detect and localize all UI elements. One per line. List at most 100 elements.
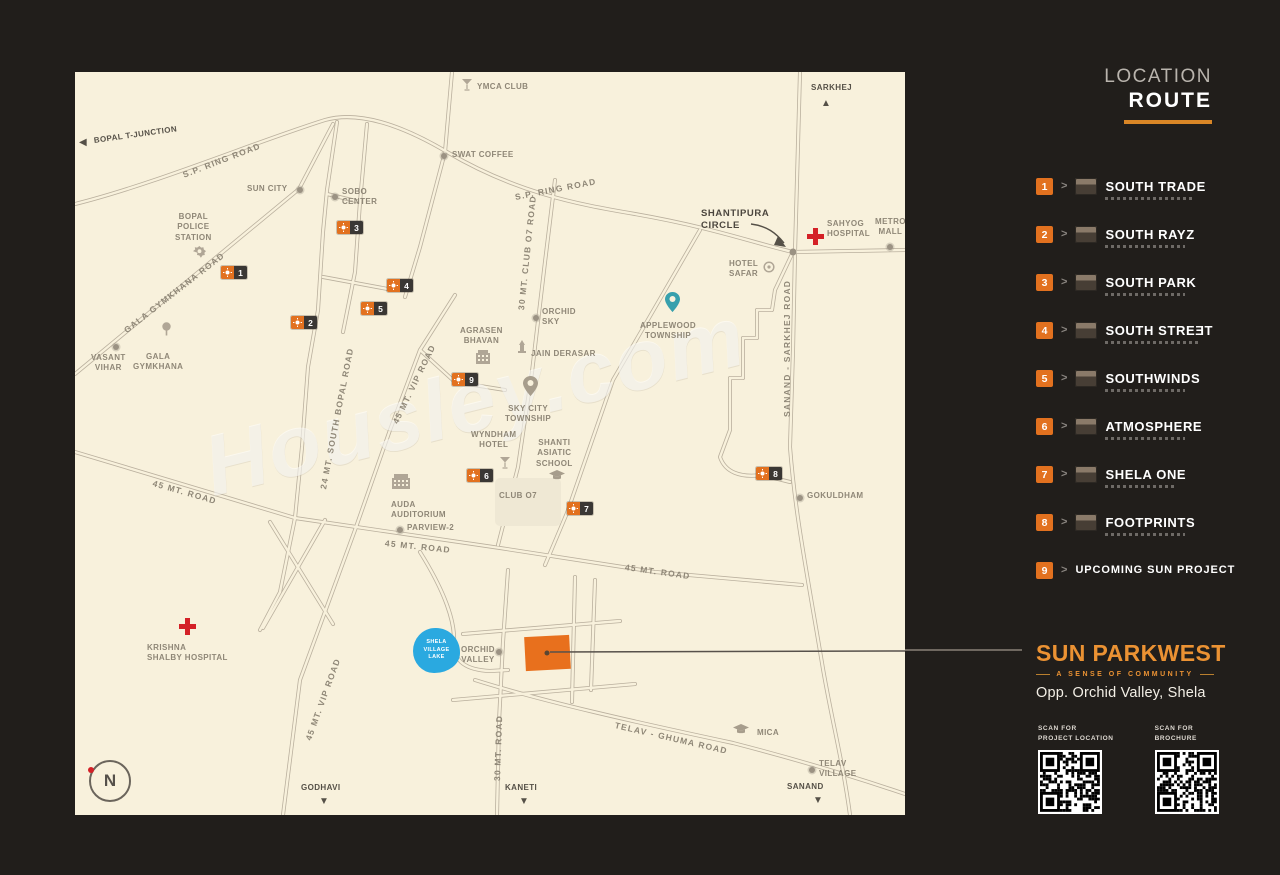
route-item-footprints[interactable]: 8 > FOOTPRINTS <box>1036 514 1235 536</box>
brand-block: SUN PARKWEST A SENSE OF COMMUNITY Opp. O… <box>1036 640 1225 701</box>
place-label-sobo-center: SOBO CENTER <box>342 187 378 207</box>
place-label-kaneti: KANETI <box>505 783 538 792</box>
route-item-south-park[interactable]: 3 > SOUTH PARK <box>1036 274 1235 296</box>
route-item-southwinds[interactable]: 5 > SOUTHWINDS <box>1036 370 1235 392</box>
map-marker-number: 9 <box>465 373 478 386</box>
map-marker-number: 6 <box>480 469 493 482</box>
route-item-south-trade[interactable]: 1 > SOUTH TRADE <box>1036 178 1235 200</box>
route-item-number: 9 <box>1036 562 1053 579</box>
place-label-shantipura-circle: SHANTIPURA CIRCLE <box>701 208 770 232</box>
sidebar-title: LOCATION ROUTE <box>1012 66 1212 124</box>
compass-letter: N <box>103 771 117 790</box>
place-label-sanand: SANAND <box>787 782 824 791</box>
place-label-jain-derasar: JAIN DERASAR <box>531 349 596 358</box>
place-label-club-o7: CLUB O7 <box>499 491 537 500</box>
brochure-page: Housley.com S.P. RING ROAD S.P. RING ROAD… <box>0 0 1280 875</box>
map-marker-number: 2 <box>304 316 317 329</box>
place-label-vasant-vihar: VASANT VIHAR <box>91 353 126 373</box>
chevron-icon: > <box>1061 468 1068 480</box>
route-item-tagline <box>1105 197 1194 200</box>
route-item-shela-one[interactable]: 7 > SHELA ONE <box>1036 466 1235 488</box>
map-marker-2[interactable]: 2 <box>291 316 317 329</box>
route-item-tagline <box>1105 245 1186 248</box>
place-label-auda-auditorium: AUDA AUDITORIUM <box>391 500 446 520</box>
junction-dot <box>789 248 797 256</box>
pin-teal-icon <box>665 292 680 312</box>
dot-icon <box>297 187 303 193</box>
project-connector-line <box>905 649 1022 651</box>
brand-tagline: A SENSE OF COMMUNITY <box>1036 671 1214 678</box>
arrow-down-icon: ▼ <box>519 796 529 807</box>
route-item-tagline <box>1105 485 1178 488</box>
dot-icon <box>887 244 893 250</box>
qr-code[interactable] <box>1038 749 1102 814</box>
route-item-south-stre-t[interactable]: 4 > SOUTH STREƎT <box>1036 322 1235 344</box>
place-label-parview-2: PARVIEW-2 <box>407 523 455 532</box>
route-item-upcoming-sun-project[interactable]: 9 > UPCOMING SUN PROJECT <box>1036 562 1235 583</box>
route-item-south-rayz[interactable]: 2 > SOUTH RAYZ <box>1036 226 1235 248</box>
sun-logo-icon <box>387 279 400 292</box>
map-marker-3[interactable]: 3 <box>337 221 363 234</box>
route-item-name: SOUTHWINDS <box>1105 371 1201 386</box>
route-item-text: FOOTPRINTS <box>1105 514 1195 536</box>
sun-logo-icon <box>467 469 480 482</box>
route-item-number: 7 <box>1036 466 1053 483</box>
dot-icon <box>332 194 338 200</box>
map-marker-1[interactable]: 1 <box>221 266 247 279</box>
route-item-name: SOUTH PARK <box>1105 275 1197 290</box>
project-logo-icon <box>1075 322 1098 339</box>
chevron-icon: > <box>1061 372 1068 384</box>
building-lg-icon <box>391 474 411 489</box>
project-logo-icon <box>1075 226 1098 243</box>
place-label-swat-coffee: SWAT COFFEE <box>452 150 514 159</box>
cross-icon <box>179 618 196 635</box>
project-site-dot <box>544 650 550 656</box>
map-marker-6[interactable]: 6 <box>467 469 493 482</box>
project-leader-line <box>549 650 905 653</box>
qr-block-scan-for-brochure: SCAN FOR BROCHURE <box>1154 724 1219 814</box>
place-label-wyndham-hotel: WYNDHAM HOTEL <box>471 430 517 450</box>
arrow-down-icon: ▼ <box>319 796 329 807</box>
route-item-text: SHELA ONE <box>1105 466 1186 488</box>
sun-logo-icon <box>337 221 350 234</box>
road-label-sanand-sarkhej-road: SANAND - SARKHEJ ROAD <box>782 279 792 417</box>
map-marker-number: 3 <box>350 221 363 234</box>
map-marker-4[interactable]: 4 <box>387 279 413 292</box>
map-area: Housley.com S.P. RING ROAD S.P. RING ROAD… <box>75 72 905 815</box>
route-item-number: 1 <box>1036 178 1053 195</box>
route-item-tagline <box>1105 341 1202 344</box>
dot-icon <box>397 527 403 533</box>
building-icon <box>475 350 491 364</box>
grad-icon <box>549 470 565 482</box>
chevron-icon: > <box>1061 180 1068 192</box>
map-marker-number: 4 <box>400 279 413 292</box>
map-marker-7[interactable]: 7 <box>567 502 593 515</box>
route-item-text: SOUTH TRADE <box>1105 178 1206 200</box>
route-item-number: 3 <box>1036 274 1053 291</box>
map-marker-9[interactable]: 9 <box>452 373 478 386</box>
building-block <box>495 478 561 526</box>
dot-icon <box>496 649 502 655</box>
place-label-ymca-club: YMCA CLUB <box>477 82 529 91</box>
route-list: 1 > SOUTH TRADE 2 > SOUTH RAYZ 3 > SOUTH PARK 4 > S… <box>1036 178 1235 583</box>
chevron-icon: > <box>1061 564 1068 576</box>
arrow-left-icon: ◀ <box>79 137 87 148</box>
dot-icon <box>441 153 447 159</box>
route-item-text: SOUTH PARK <box>1105 274 1196 296</box>
place-label-orchid-valley: ORCHID VALLEY <box>461 645 495 665</box>
temple-icon <box>517 340 527 354</box>
qr-code[interactable] <box>1154 749 1219 814</box>
map-marker-number: 8 <box>769 467 782 480</box>
route-item-name: ATMOSPHERE <box>1105 419 1203 434</box>
place-label-metro-mall: METRO MALL <box>875 217 905 237</box>
pin-gray-icon <box>523 376 538 396</box>
map-marker-8[interactable]: 8 <box>756 467 782 480</box>
route-item-name: SOUTH RAYZ <box>1105 227 1195 242</box>
badge-icon <box>193 246 206 260</box>
dot-icon <box>533 315 539 321</box>
tagline-rule-left <box>1036 674 1051 675</box>
map-marker-5[interactable]: 5 <box>361 302 387 315</box>
route-item-atmosphere[interactable]: 6 > ATMOSPHERE <box>1036 418 1235 440</box>
martini-icon <box>461 78 473 91</box>
qr-block-scan-for-project-location: SCAN FOR PROJECT LOCATION <box>1038 724 1114 814</box>
